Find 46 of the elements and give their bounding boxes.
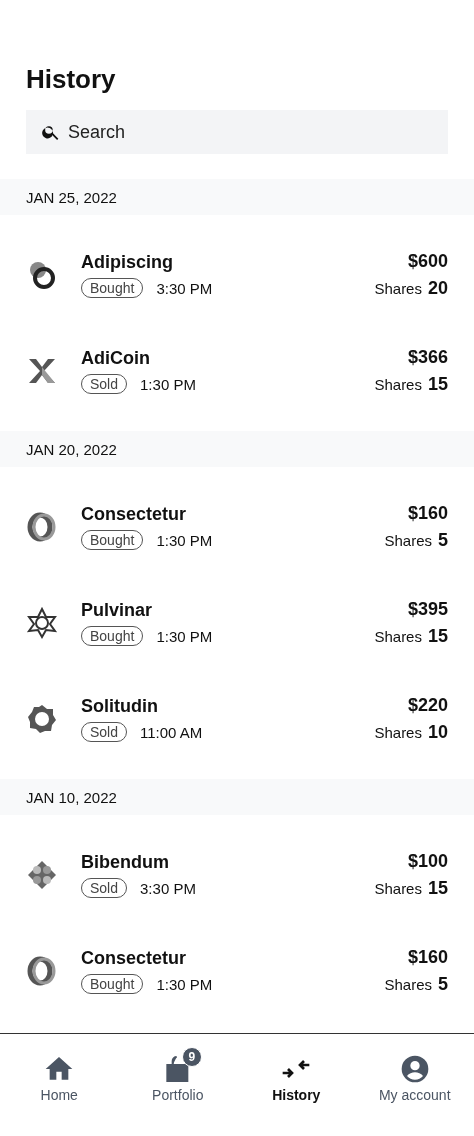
shares-label: Shares [384,976,432,993]
stock-name: Consectetur [81,948,188,969]
shares-label: Shares [374,724,422,741]
stock-name: Adipiscing [81,252,174,273]
stock-name: Solitudin [81,696,159,717]
shares-label: Shares [374,280,422,297]
page-title: History [26,63,117,96]
date-header: JAN 25, 2022 [0,179,474,215]
shares-count: 15 [427,878,448,899]
stock-name: Pulvinar [81,600,154,621]
shares-label: Shares [374,628,422,645]
star-logo-icon [26,607,58,639]
shares-count: 15 [427,374,448,395]
trade-time: 11:00 AM [140,723,203,741]
search-field[interactable]: Search [26,110,448,154]
shares-count: 5 [438,530,448,551]
shares-label: Shares [374,376,422,393]
stock-name: Bibendum [81,852,170,873]
trade-time: 1:30 PM [140,375,196,393]
trade-time: 1:30 PM [156,627,213,645]
trade-time: 1:30 PM [156,975,213,993]
date-header: JAN 20, 2022 [0,431,474,467]
trade-amount: $220 [406,695,448,716]
trade-time: 3:30 PM [156,279,213,297]
oval-logo-icon [26,955,58,987]
count-badge: 9 [181,1047,202,1067]
trade-amount: $100 [406,851,448,872]
trade-amount: $160 [406,947,448,968]
shares-label: Shares [384,532,432,549]
shares-count: 5 [438,974,448,995]
shares-count: 20 [427,278,448,299]
oval-logo-icon [26,511,58,543]
diamond-logo-icon [26,859,58,891]
trade-time: 1:30 PM [156,531,213,549]
stock-name: Consectetur [81,504,188,525]
trade-amount: $160 [406,503,448,524]
gear-logo-icon [26,703,58,735]
stock-name: AdiCoin [81,348,151,369]
trade-amount: $395 [406,599,448,620]
shares-label: Shares [374,880,422,897]
date-header: JAN 10, 2022 [0,779,474,815]
trade-amount: $366 [406,347,448,368]
trade-time: 3:30 PM [140,879,196,897]
trade-amount: $600 [406,251,448,272]
shares-count: 10 [427,722,448,743]
shares-count: 15 [427,626,448,647]
